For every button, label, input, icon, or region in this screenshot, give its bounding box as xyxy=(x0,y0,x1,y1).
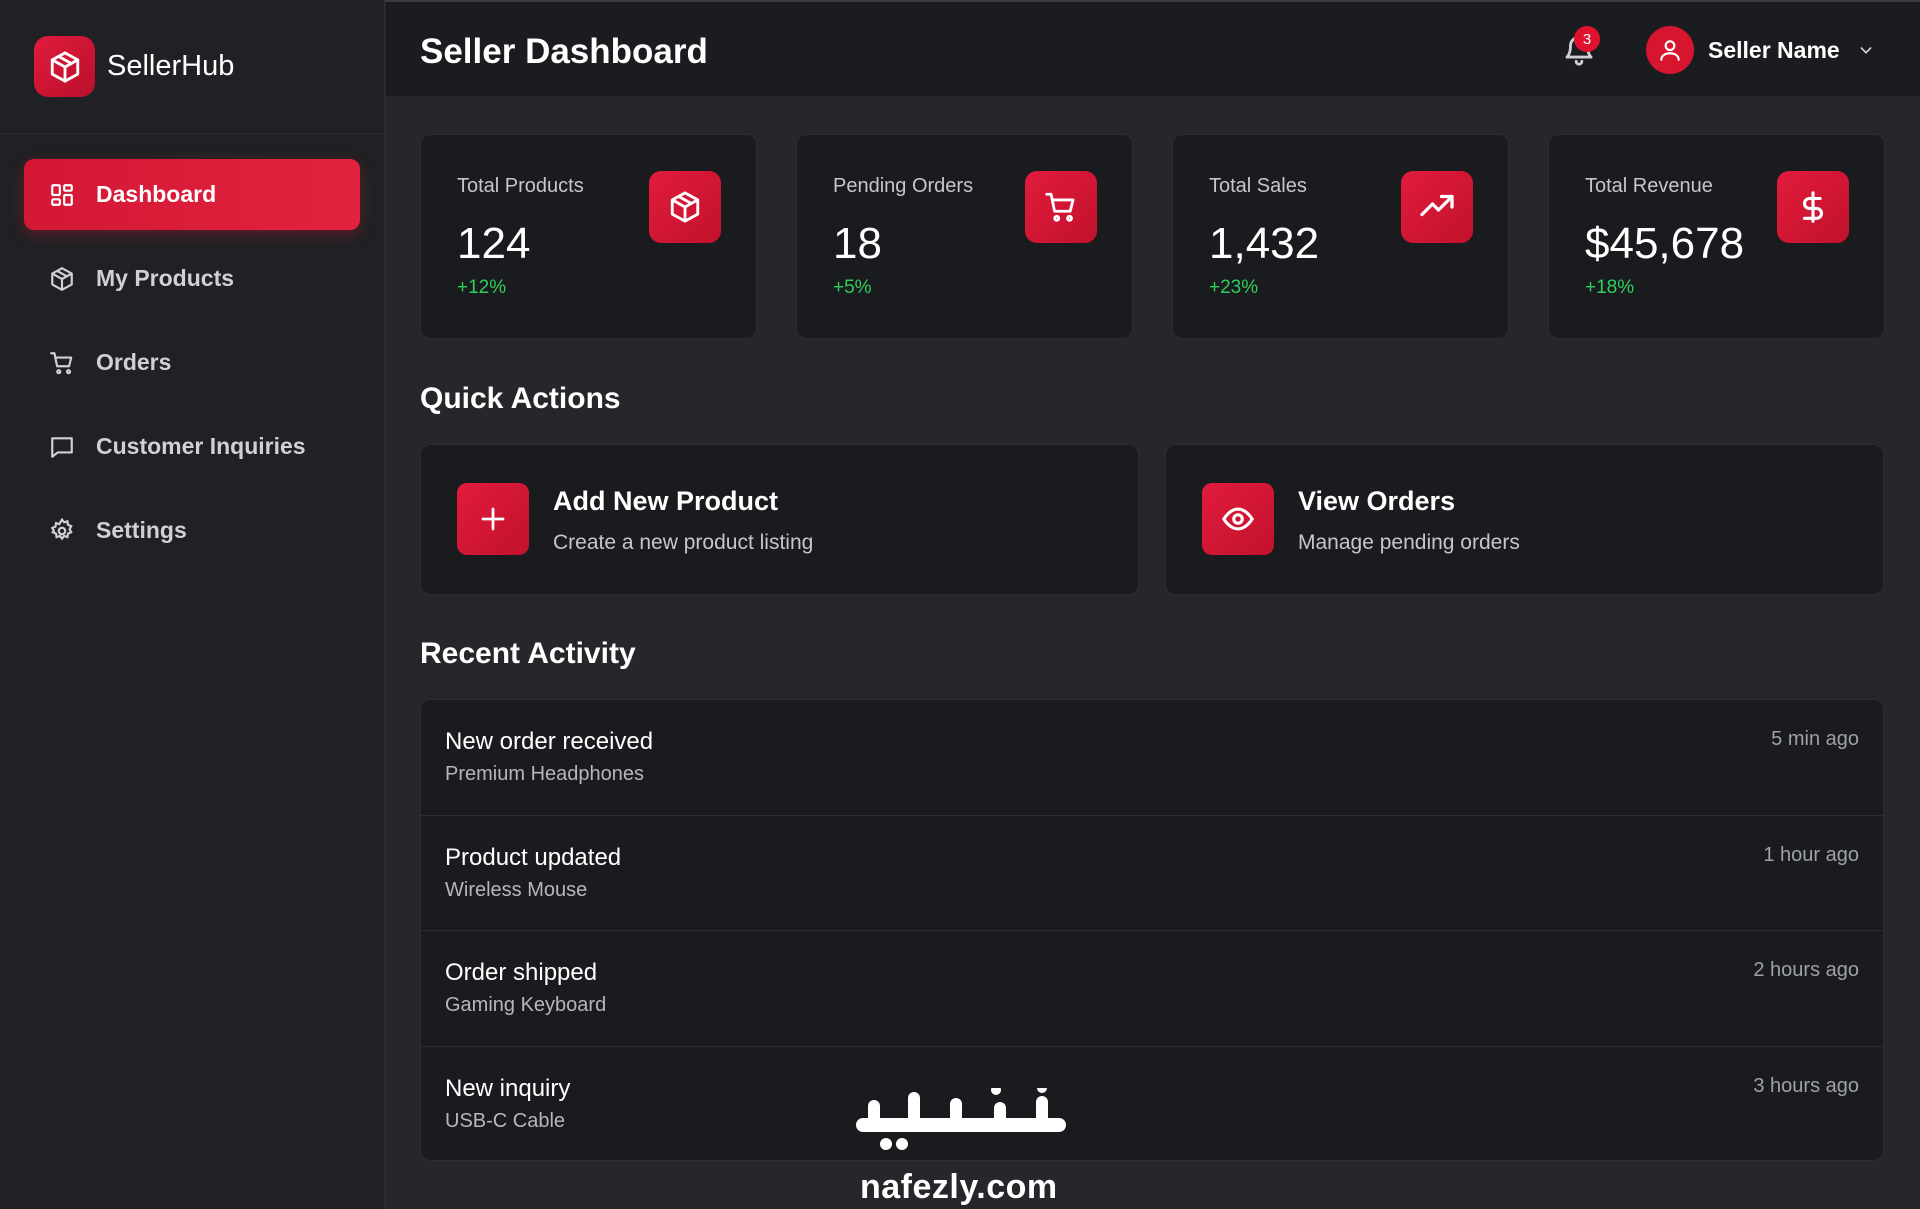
watermark-url: nafezly.com xyxy=(860,1168,1058,1206)
action-subtitle: Manage pending orders xyxy=(1298,531,1520,554)
trending-up-icon xyxy=(1401,171,1473,243)
sidebar-item-customer-inquiries[interactable]: Customer Inquiries xyxy=(24,411,360,482)
action-subtitle: Create a new product listing xyxy=(553,531,814,554)
view-orders-button[interactable]: View Orders Manage pending orders xyxy=(1165,444,1884,595)
activity-title: Product updated xyxy=(445,843,622,871)
activity-subtitle: Wireless Mouse xyxy=(445,878,588,901)
sidebar-item-settings[interactable]: Settings xyxy=(24,495,360,566)
stat-change: +12% xyxy=(457,277,507,298)
stat-value: $45,678 xyxy=(1585,219,1745,268)
gear-icon xyxy=(48,517,76,545)
sidebar-item-label: Customer Inquiries xyxy=(96,433,306,459)
user-menu[interactable]: Seller Name xyxy=(1646,26,1874,74)
activity-time: 2 hours ago xyxy=(1753,959,1859,981)
stat-label: Total Products xyxy=(457,175,584,197)
activity-time: 3 hours ago xyxy=(1753,1074,1859,1097)
brand[interactable]: SellerHub xyxy=(0,0,384,134)
action-title: View Orders xyxy=(1298,486,1456,516)
quick-actions-title: Quick Actions xyxy=(420,382,621,415)
sidebar-item-label: Orders xyxy=(96,349,172,375)
activity-time: 5 min ago xyxy=(1771,728,1859,750)
list-item[interactable]: New inquiry USB-C Cable 3 hours ago xyxy=(421,1047,1883,1161)
stat-change: +18% xyxy=(1585,277,1635,298)
user-icon xyxy=(1646,26,1694,74)
stat-change: +23% xyxy=(1209,277,1259,298)
activity-subtitle: Premium Headphones xyxy=(445,763,644,785)
brand-name: SellerHub xyxy=(107,50,235,82)
activity-time: 1 hour ago xyxy=(1763,843,1859,866)
cart-icon xyxy=(48,349,76,377)
activity-title: Order shipped xyxy=(445,959,598,986)
add-new-product-button[interactable]: Add New Product Create a new product lis… xyxy=(420,444,1139,595)
plus-icon xyxy=(457,483,529,555)
message-icon xyxy=(48,433,76,461)
activity-title: New inquiry xyxy=(445,1074,571,1102)
top-header: Seller Dashboard 3 Seller Name xyxy=(386,2,1920,96)
stat-value: 124 xyxy=(457,219,531,268)
activity-list: New order received Premium Headphones 5 … xyxy=(420,699,1884,1161)
box-icon xyxy=(48,265,76,293)
grid-icon xyxy=(48,181,76,209)
activity-title: New order received xyxy=(445,728,654,755)
list-item[interactable]: Product updated Wireless Mouse 1 hour ag… xyxy=(421,816,1883,931)
sidebar-item-dashboard[interactable]: Dashboard xyxy=(24,159,360,230)
dollar-icon xyxy=(1777,171,1849,243)
sidebar-item-label: Dashboard xyxy=(96,181,217,207)
stat-value: 18 xyxy=(833,219,882,268)
notification-badge: 3 xyxy=(1574,26,1600,52)
activity-subtitle: Gaming Keyboard xyxy=(445,994,607,1016)
list-item[interactable]: Order shipped Gaming Keyboard 2 hours ag… xyxy=(421,931,1883,1047)
stat-card-total-products: Total Products 124 +12% xyxy=(420,134,757,339)
sidebar-item-label: My Products xyxy=(96,265,235,291)
box-icon xyxy=(649,171,721,243)
stat-label: Pending Orders xyxy=(833,175,974,197)
stat-change: +5% xyxy=(833,277,872,298)
stat-card-pending-orders: Pending Orders 18 +5% xyxy=(796,134,1133,339)
activity-subtitle: USB-C Cable xyxy=(445,1109,566,1132)
sidebar-item-orders[interactable]: Orders xyxy=(24,327,360,398)
list-item[interactable]: New order received Premium Headphones 5 … xyxy=(421,700,1883,816)
user-name: Seller Name xyxy=(1708,36,1840,63)
recent-activity-title: Recent Activity xyxy=(420,637,636,670)
eye-icon xyxy=(1202,483,1274,555)
sidebar: SellerHub Dashboard My Products Orders C… xyxy=(0,0,385,1209)
cart-icon xyxy=(1025,171,1097,243)
action-title: Add New Product xyxy=(553,486,779,516)
chevron-down-icon xyxy=(1858,42,1874,58)
stat-card-total-revenue: Total Revenue $45,678 +18% xyxy=(1548,134,1885,339)
stat-label: Total Sales xyxy=(1209,175,1307,197)
brand-logo-icon xyxy=(34,36,95,97)
page-title: Seller Dashboard xyxy=(420,32,708,71)
sidebar-nav: Dashboard My Products Orders Customer In… xyxy=(0,134,384,604)
sidebar-item-my-products[interactable]: My Products xyxy=(24,243,360,314)
stat-card-total-sales: Total Sales 1,432 +23% xyxy=(1172,134,1509,339)
stat-label: Total Revenue xyxy=(1585,175,1713,197)
stat-value: 1,432 xyxy=(1209,219,1320,268)
sidebar-item-label: Settings xyxy=(96,517,187,543)
